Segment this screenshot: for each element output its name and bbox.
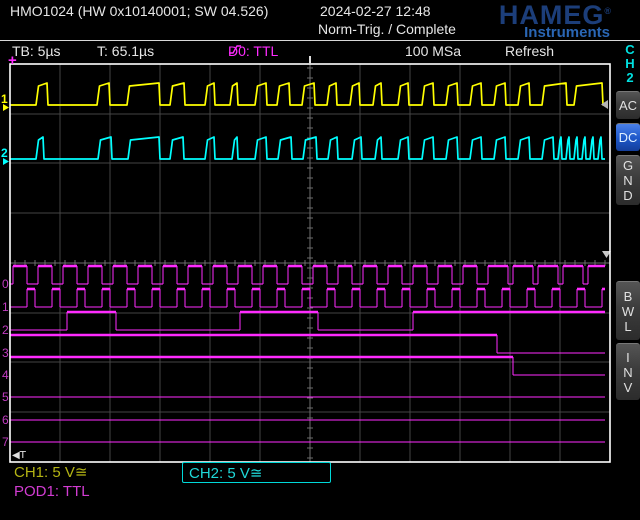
coupling-ac-button[interactable]: AC: [616, 91, 640, 119]
trigger-position-marker: +: [8, 52, 17, 69]
digital-channel-label-d0: 0: [2, 277, 9, 291]
digital-channel-label-d6: 6: [2, 413, 9, 427]
waveform-display: 0 1 2 3 4 5 6 7 1 2 ◀T: [0, 0, 640, 520]
digital-channel-label-d5: 5: [2, 390, 9, 404]
center-reference-tick: [309, 56, 311, 64]
offscreen-trigger-indicator: ◀T: [12, 450, 27, 461]
bandwidth-limit-button[interactable]: B W L: [616, 281, 640, 340]
channel-marker-ch1: 1: [1, 92, 8, 106]
ch2-scale-box[interactable]: CH2: 5 V≅: [182, 462, 331, 483]
ch2-scale-label: CH2: 5 V≅: [189, 464, 262, 482]
digital-channel-label-d2: 2: [2, 323, 9, 337]
invert-button[interactable]: I N V: [616, 343, 640, 400]
digital-channel-label-d3: 3: [2, 346, 9, 360]
channel-marker-ch2: 2: [1, 146, 8, 160]
oscilloscope-screen: HMO1024 (HW 0x10140001; SW 04.526) 2024-…: [0, 0, 640, 520]
digital-channel-label-d7: 7: [2, 435, 9, 449]
coupling-dc-button[interactable]: DC: [616, 123, 640, 151]
digital-channel-label-d4: 4: [2, 368, 9, 382]
ch1-scale-label: CH1: 5 V≅: [14, 463, 87, 481]
pod1-label: POD1: TTL: [14, 483, 90, 500]
coupling-gnd-button[interactable]: G N D: [616, 155, 640, 205]
trace-ch1: [10, 83, 605, 105]
sidebar-channel-label: C H 2: [621, 43, 639, 85]
digital-channel-label-d1: 1: [2, 300, 9, 314]
